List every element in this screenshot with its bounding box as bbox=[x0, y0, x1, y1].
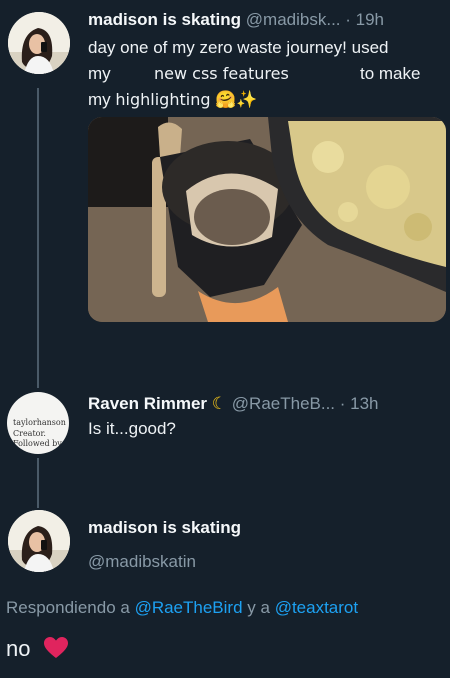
moon-icon: ☾ bbox=[211, 394, 228, 413]
tweet1-line2-c: to make bbox=[360, 64, 421, 83]
avatar-text-3: Followed by bbox=[13, 439, 62, 448]
tweet1-text: day one of my zero waste journey! used m… bbox=[88, 35, 448, 113]
tweet1-line2-b: new css features bbox=[154, 64, 289, 83]
thread-line-mid bbox=[37, 458, 39, 508]
tweet1-line3: my highlighting 🤗✨ bbox=[88, 87, 448, 113]
tweet2-text: Is it...good? bbox=[88, 419, 176, 438]
tweet1-line1: day one of my zero waste journey! used bbox=[88, 38, 389, 57]
tweet3-text: no bbox=[6, 634, 69, 664]
tweet1-line3-a: my bbox=[88, 90, 111, 109]
mention-link[interactable]: @teaxtarot bbox=[275, 598, 358, 617]
username[interactable]: @RaeTheB... bbox=[232, 394, 335, 413]
avatar[interactable]: taylorhanson Creator. Followed by … bbox=[7, 392, 69, 454]
display-name[interactable]: madison is skating bbox=[88, 10, 241, 29]
display-name[interactable]: Raven Rimmer bbox=[88, 394, 207, 413]
username[interactable]: @madibsk... bbox=[246, 10, 341, 29]
tweet1-header: madison is skating @madibsk... · 19h bbox=[88, 10, 384, 30]
avatar-text-1: taylorhanson bbox=[13, 418, 66, 427]
avatar[interactable] bbox=[8, 510, 70, 572]
replying-to-label: Respondiendo a bbox=[6, 598, 130, 617]
timestamp[interactable]: · 19h bbox=[345, 10, 384, 29]
mention-link[interactable]: @RaeTheBird bbox=[135, 598, 243, 617]
tweet3-body: no bbox=[6, 636, 31, 661]
heart-icon bbox=[43, 637, 68, 658]
emoji: 🤗✨ bbox=[215, 90, 258, 109]
replying-to: Respondiendo a @RaeTheBird y a @teaxtaro… bbox=[6, 598, 358, 618]
tweet1-line2-a: my bbox=[88, 64, 111, 83]
username[interactable]: @madibskatin bbox=[88, 552, 196, 572]
display-name[interactable]: madison is skating bbox=[88, 518, 241, 537]
tweet1-line3-b: highlighting bbox=[115, 90, 211, 109]
tweet-media-image[interactable] bbox=[88, 117, 446, 322]
timestamp[interactable]: · 13h bbox=[340, 394, 379, 413]
tweet1-line2: my new css features to make bbox=[88, 61, 448, 87]
avatar-text-2: Creator. bbox=[13, 429, 46, 438]
avatar-text-4: … bbox=[27, 448, 35, 454]
replying-to-join: y a bbox=[247, 598, 270, 617]
tweet2-header: Raven Rimmer ☾ @RaeTheB... · 13h bbox=[88, 394, 379, 414]
avatar[interactable] bbox=[8, 12, 70, 74]
tweet3-name[interactable]: madison is skating bbox=[88, 518, 241, 538]
thread-line-top bbox=[37, 88, 39, 388]
